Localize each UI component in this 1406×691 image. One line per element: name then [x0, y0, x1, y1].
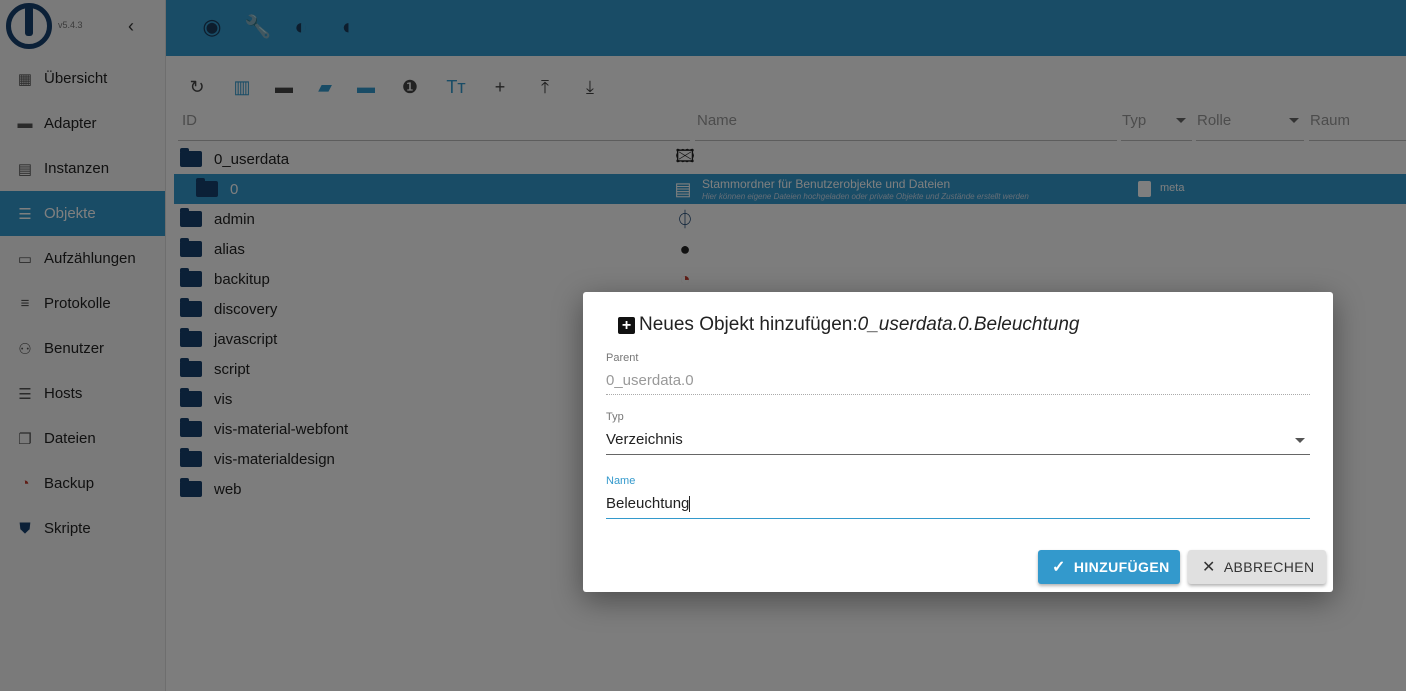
- close-icon: ✕: [1202, 559, 1216, 576]
- name-input-value: Beleuchtung: [606, 495, 690, 512]
- cancel-button-label: ABBRECHEN: [1223, 559, 1315, 575]
- cancel-button[interactable]: ✕ ABBRECHEN: [1188, 550, 1326, 584]
- check-icon: ✓: [1052, 559, 1066, 576]
- type-select[interactable]: Verzeichnis: [606, 431, 683, 448]
- add-button[interactable]: ✓ HINZUFÜGEN: [1038, 550, 1180, 584]
- add-button-label: HINZUFÜGEN: [1073, 559, 1170, 575]
- name-underline: [606, 518, 1310, 519]
- parent-label: Parent: [606, 352, 639, 364]
- dialog-title: + Neues Objekt hinzufügen: 0_userdata.0.…: [618, 314, 1079, 336]
- add-box-icon: +: [618, 316, 635, 334]
- parent-field: 0_userdata.0: [606, 372, 694, 389]
- dialog-title-path: 0_userdata.0.Beleuchtung: [857, 314, 1080, 335]
- text-cursor: [689, 496, 691, 513]
- name-input[interactable]: Beleuchtung: [606, 495, 691, 513]
- type-underline: [606, 454, 1310, 455]
- name-label: Name: [606, 475, 636, 487]
- dialog-title-prefix: Neues Objekt hinzufügen:: [639, 314, 858, 335]
- add-object-dialog: + Neues Objekt hinzufügen: 0_userdata.0.…: [583, 292, 1333, 592]
- parent-underline: [606, 394, 1310, 395]
- type-label: Typ: [606, 411, 624, 423]
- chevron-down-icon[interactable]: [1295, 438, 1305, 443]
